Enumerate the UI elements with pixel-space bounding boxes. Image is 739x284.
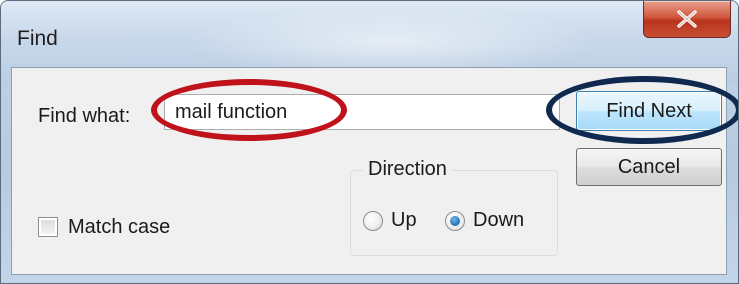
find-what-input[interactable] bbox=[164, 94, 560, 130]
find-what-label: Find what: bbox=[38, 105, 131, 127]
find-dialog: Find Find what: Find Next Cancel Directi… bbox=[0, 0, 739, 284]
direction-legend: Direction bbox=[363, 158, 452, 181]
window-title: Find bbox=[17, 27, 58, 50]
direction-group: Direction Up Down bbox=[350, 158, 558, 256]
close-x-icon bbox=[677, 10, 697, 28]
direction-down-radio[interactable] bbox=[445, 211, 465, 231]
dialog-body: Find what: Find Next Cancel Direction Up… bbox=[11, 67, 738, 275]
find-next-button[interactable]: Find Next bbox=[576, 91, 722, 131]
close-button[interactable] bbox=[643, 1, 731, 38]
cancel-button[interactable]: Cancel bbox=[576, 148, 722, 186]
direction-up-label[interactable]: Up bbox=[391, 209, 417, 232]
direction-down-label[interactable]: Down bbox=[473, 209, 524, 232]
direction-up-radio[interactable] bbox=[363, 211, 383, 231]
match-case-label[interactable]: Match case bbox=[68, 216, 170, 239]
match-case-checkbox[interactable] bbox=[38, 217, 58, 237]
